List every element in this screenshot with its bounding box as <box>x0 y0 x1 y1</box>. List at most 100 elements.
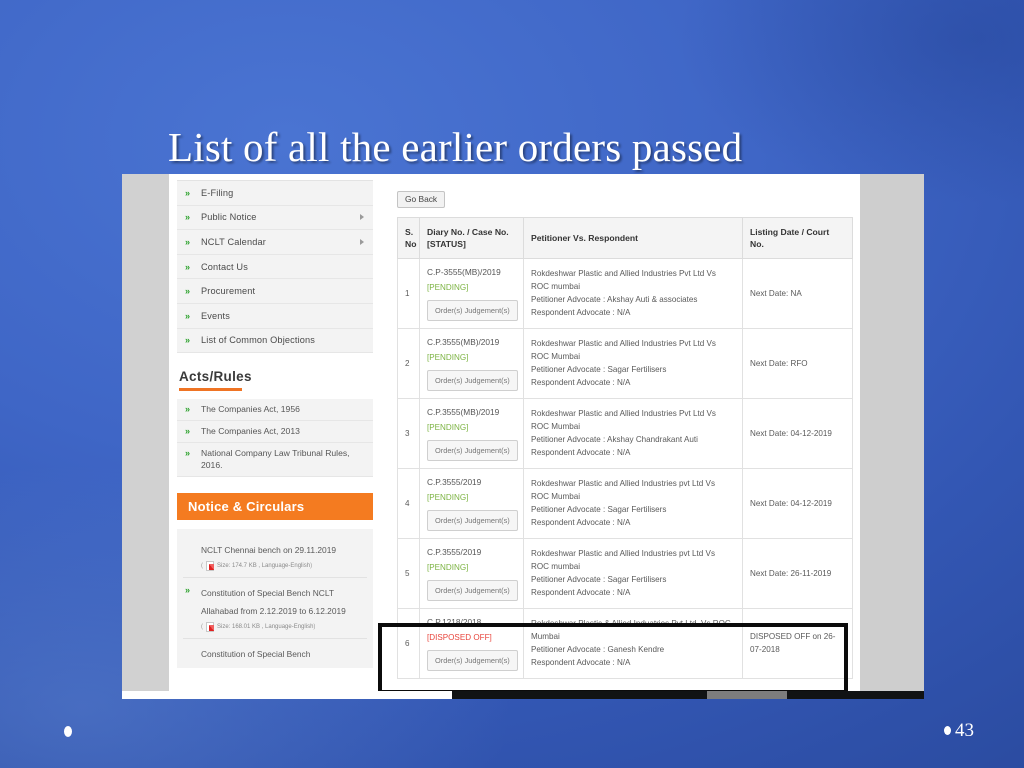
party-line: Petitioner Advocate : Sagar Fertilisers <box>531 575 667 584</box>
party-line: Respondent Advocate : N/A <box>531 658 631 667</box>
sidebar-item-nclt-calendar[interactable]: » NCLT Calendar <box>177 230 373 255</box>
cell-listing-date: Next Date: 04-12-2019 <box>742 397 853 469</box>
case-number: C.P.3555/2019 <box>427 546 482 557</box>
party-line: Respondent Advocate : N/A <box>531 378 631 387</box>
orders-judgements-button[interactable]: Order(s) Judgement(s) <box>427 579 518 601</box>
table-row: 2 C.P.3555(MB)/2019 [PENDING] Order(s) J… <box>397 327 853 399</box>
acts-rules-item-label: The Companies Act, 2013 <box>201 425 300 436</box>
sidebar-item-events[interactable]: » Events <box>177 303 373 329</box>
acts-rules-item-label: National Company Law Tribunal Rules, 201… <box>201 447 350 471</box>
acts-rules-item-companies-act-2013[interactable]: » The Companies Act, 2013 <box>177 420 373 443</box>
orders-judgements-button[interactable]: Order(s) Judgement(s) <box>427 299 518 321</box>
chevron-double-right-icon: » <box>185 425 190 436</box>
chevron-double-right-icon: » <box>185 212 190 223</box>
sidebar-item-label: E-Filing <box>201 187 234 198</box>
party-line: Rokdeshwar Plastic and Allied Industries… <box>531 339 716 348</box>
party-line: Petitioner Advocate : Akshay Auti & asso… <box>531 295 698 304</box>
party-line: Rokdeshwar Plastic and Allied Industries… <box>531 269 716 278</box>
submenu-arrow-icon <box>360 214 364 221</box>
case-number: C.P-3555(MB)/2019 <box>427 266 501 277</box>
table-row: 4 C.P.3555/2019 [PENDING] Order(s) Judge… <box>397 467 853 539</box>
cell-parties: Rokdeshwar Plastic and Allied Industries… <box>523 467 743 539</box>
cell-parties: Rokdeshwar Plastic & Allied Induatries P… <box>523 607 743 679</box>
sidebar-item-list-of-common-objections[interactable]: » List of Common Objections <box>177 328 373 354</box>
horizontal-scrollbar[interactable] <box>122 691 924 699</box>
orders-judgements-button[interactable]: Order(s) Judgement(s) <box>427 369 518 391</box>
notice-item[interactable]: » Constitution of Special Bench <box>183 639 367 668</box>
table-row: 3 C.P.3555(MB)/2019 [PENDING] Order(s) J… <box>397 397 853 469</box>
cell-case-no: C.P.3555/2019 [PENDING] Order(s) Judgeme… <box>419 537 524 609</box>
chevron-double-right-icon: » <box>185 335 190 346</box>
cell-sno: 1 <box>397 257 420 329</box>
party-line: Rokdeshwar Plastic and Allied Industries… <box>531 549 716 558</box>
orders-judgements-button[interactable]: Order(s) Judgement(s) <box>427 649 518 671</box>
status-badge: [PENDING] <box>427 492 469 502</box>
scrollbar-thumb[interactable] <box>707 691 787 699</box>
column-header-parties: Petitioner Vs. Respondent <box>523 216 743 259</box>
notice-item-meta-text: Size: 174.7 KB , Language-English <box>217 562 311 569</box>
notice-circulars-heading: Notice & Circulars <box>177 492 373 520</box>
page-gutter-right <box>860 174 924 693</box>
cell-parties: Rokdeshwar Plastic and Allied Industries… <box>523 397 743 469</box>
cell-sno: 2 <box>397 327 420 399</box>
party-line: ROC Mumbai <box>531 352 581 361</box>
notice-item-meta-text: Size: 168.01 KB , Language-English <box>217 623 314 630</box>
sidebar-item-contact-us[interactable]: » Contact Us <box>177 254 373 280</box>
notice-circulars-list: » NCLT Chennai bench on 29.11.2019 ( Siz… <box>177 528 373 668</box>
go-back-button[interactable]: Go Back <box>397 190 446 208</box>
orders-judgements-button[interactable]: Order(s) Judgement(s) <box>427 439 518 461</box>
cell-listing-date: Next Date: RFO <box>742 327 853 399</box>
paren-open: ( <box>201 562 203 569</box>
cell-sno: 3 <box>397 397 420 469</box>
notice-item-title: NCLT Chennai bench on 29.11.2019 <box>201 544 337 555</box>
paren-close: ) <box>310 562 313 569</box>
status-badge: [DISPOSED OFF] <box>427 632 492 642</box>
cell-sno: 6 <box>397 607 420 679</box>
party-line: Petitioner Advocate : Ganesh Kendre <box>531 645 665 654</box>
chevron-double-right-icon: » <box>185 187 190 198</box>
cell-parties: Rokdeshwar Plastic and Allied Industries… <box>523 537 743 609</box>
sidebar-nav-list: » E-Filing » Public Notice » NCLT Calend… <box>177 180 373 354</box>
paren-close: ) <box>313 623 316 630</box>
sidebar-item-e-filing[interactable]: » E-Filing <box>177 181 373 206</box>
cell-case-no: C.P-3555(MB)/2019 [PENDING] Order(s) Jud… <box>419 257 524 329</box>
table-row: 6 C.P.1218/2018 [DISPOSED OFF] Order(s) … <box>397 607 853 679</box>
page-title: List of all the earlier orders passed <box>168 124 743 170</box>
column-header-sno: S. No <box>397 216 420 259</box>
acts-rules-underline <box>179 388 242 391</box>
party-line: ROC mumbai <box>531 562 581 571</box>
acts-rules-item-nclt-rules-2016[interactable]: » National Company Law Tribunal Rules, 2… <box>177 442 373 477</box>
sidebar-item-procurement[interactable]: » Procurement <box>177 279 373 304</box>
party-line: ROC Mumbai <box>531 492 581 501</box>
acts-rules-item-companies-act-1956[interactable]: » The Companies Act, 1956 <box>177 398 373 421</box>
cell-case-no: C.P.1218/2018 [DISPOSED OFF] Order(s) Ju… <box>419 607 524 679</box>
notice-item-title: Constitution of Special Bench NCLT Allah… <box>201 587 346 616</box>
sidebar-item-public-notice[interactable]: » Public Notice <box>177 205 373 231</box>
acts-rules-list: » The Companies Act, 1956 » The Companie… <box>177 398 373 477</box>
chevron-double-right-icon: » <box>185 584 190 595</box>
table-header-row: S. No Diary No. / Case No. [STATUS] Peti… <box>397 216 853 259</box>
column-header-case-no: Diary No. / Case No. [STATUS] <box>419 216 524 259</box>
pdf-icon <box>206 560 214 571</box>
acts-rules-heading: Acts/Rules <box>179 369 252 385</box>
notice-item[interactable]: » Constitution of Special Bench NCLT All… <box>183 578 367 639</box>
cell-parties: Rokdeshwar Plastic and Allied Industries… <box>523 327 743 399</box>
case-number: C.P.1218/2018 <box>427 616 482 627</box>
status-badge: [PENDING] <box>427 282 469 292</box>
main-content: Go Back S. No Diary No. / Case No. [STAT… <box>389 180 860 693</box>
case-number: C.P.3555/2019 <box>427 476 482 487</box>
party-line: Petitioner Advocate : Sagar Fertilisers <box>531 505 667 514</box>
sidebar-item-label: Events <box>201 310 230 321</box>
party-line: ROC mumbai <box>531 282 581 291</box>
party-line: Respondent Advocate : N/A <box>531 308 631 317</box>
party-line: Mumbai <box>531 632 560 641</box>
chevron-double-right-icon: » <box>185 236 190 247</box>
notice-item[interactable]: » NCLT Chennai bench on 29.11.2019 ( Siz… <box>183 535 367 578</box>
footer-bullet-right <box>944 726 951 735</box>
site-sidebar: » E-Filing » Public Notice » NCLT Calend… <box>169 180 381 693</box>
cell-listing-date: DISPOSED OFF on 26-07-2018 <box>742 607 853 679</box>
web-page-content: » E-Filing » Public Notice » NCLT Calend… <box>169 174 860 693</box>
chevron-double-right-icon: » <box>185 310 190 321</box>
slide-page-number: 43 <box>955 720 974 741</box>
orders-judgements-button[interactable]: Order(s) Judgement(s) <box>427 509 518 531</box>
